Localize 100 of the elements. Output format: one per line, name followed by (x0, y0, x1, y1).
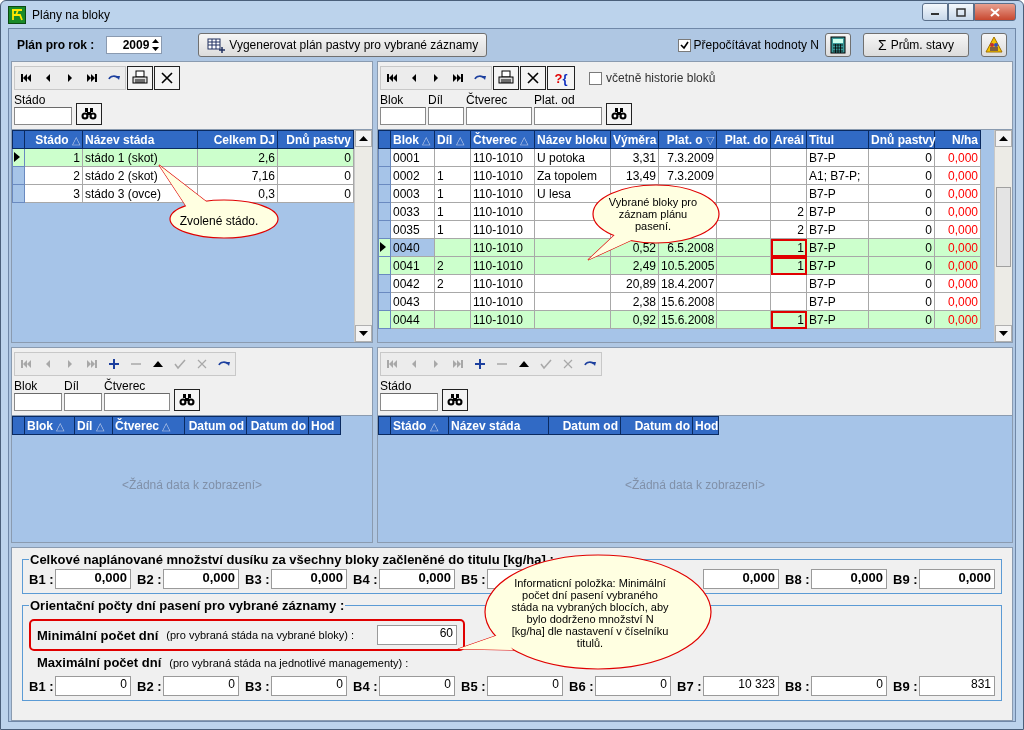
close-button[interactable] (154, 66, 180, 90)
filter-field[interactable] (428, 107, 464, 125)
field-note: (pro vybraná stáda na vybrané bloky) : (166, 629, 355, 641)
people-warning-icon (985, 36, 1003, 54)
value-field[interactable]: 0 (487, 676, 563, 696)
averages-button[interactable]: Σ Prům. stavy (863, 33, 969, 57)
column-header[interactable]: Čtverec △ (470, 130, 535, 149)
value-field[interactable]: 0,000 (55, 569, 131, 589)
column-header[interactable]: Plat. o ▽ (658, 130, 717, 149)
row-pointer-icon (379, 241, 387, 252)
maximize-button[interactable] (948, 3, 974, 21)
column-header[interactable]: Datum od (548, 416, 621, 435)
column-header[interactable]: Titul (806, 130, 869, 149)
scrollbar[interactable] (354, 130, 372, 342)
column-header[interactable]: Dnů pastvy (868, 130, 935, 149)
checkbox[interactable] (677, 38, 691, 52)
printer-icon (132, 70, 148, 86)
field-label: Plat. od (534, 93, 576, 107)
filter-field[interactable] (534, 107, 602, 125)
field-label: Díl (64, 379, 80, 393)
column-header[interactable]: Plat. do (716, 130, 771, 149)
column-header[interactable]: Název stáda (82, 130, 198, 149)
checkbox[interactable] (589, 71, 602, 85)
column-header[interactable]: Čtverec △ (112, 416, 185, 435)
search-button[interactable] (76, 103, 102, 125)
field-label: B9 : (893, 571, 917, 587)
value-field[interactable]: 0 (163, 676, 239, 696)
year-label: Plán pro rok : (17, 38, 95, 52)
field-label: B4 : (353, 678, 377, 694)
field-label: B3 : (245, 678, 269, 694)
printer-icon (498, 70, 514, 86)
column-header[interactable]: Blok △ (24, 416, 75, 435)
filter-field[interactable] (14, 107, 72, 125)
value-field[interactable]: 0 (595, 676, 671, 696)
value-field[interactable]: 10 323 (703, 676, 779, 696)
column-header[interactable]: Název stáda (448, 416, 549, 435)
filter-field[interactable] (380, 393, 438, 411)
search-button[interactable] (442, 389, 468, 411)
column-header[interactable]: Areál (770, 130, 807, 149)
column-header[interactable]: Výměra (610, 130, 659, 149)
value-field[interactable]: 0 (379, 676, 455, 696)
column-header[interactable]: Celkem DJ (197, 130, 278, 149)
binoculars-icon (447, 393, 463, 407)
field-label: B4 : (353, 571, 377, 587)
field-label: B9 : (893, 678, 917, 694)
group-title: Orientační počty dní pasení pro vybrané záznamy : (29, 598, 346, 613)
column-header[interactable]: Blok △ (390, 130, 435, 149)
down-arrow-icon (999, 331, 1008, 336)
filter-field[interactable] (104, 393, 170, 411)
value-field[interactable]: 0,000 (271, 569, 347, 589)
year-spinner[interactable]: 2009 (106, 36, 163, 54)
calculator-button[interactable] (825, 33, 851, 57)
column-header[interactable]: Díl △ (74, 416, 113, 435)
value-field[interactable]: 0,000 (811, 569, 887, 589)
field-label: B5 : (461, 571, 485, 587)
spin-arrows-icon (152, 38, 160, 52)
scrollbar[interactable] (994, 130, 1012, 342)
binoculars-icon (81, 107, 97, 121)
value-field[interactable]: 60 (377, 625, 457, 645)
value-field[interactable]: 831 (919, 676, 995, 696)
field-label: Blok (14, 379, 39, 393)
column-header[interactable]: Datum do (620, 416, 693, 435)
value-field[interactable]: 0 (271, 676, 347, 696)
plus-icon (472, 356, 488, 372)
check-icon (679, 40, 689, 50)
column-header[interactable]: Dnů pastvy (277, 130, 354, 149)
field-label: B2 : (137, 571, 161, 587)
printer-button[interactable] (127, 66, 153, 90)
filter-field[interactable] (14, 393, 62, 411)
field-label: Stádo (14, 93, 47, 107)
field-label: Čtverec (466, 93, 509, 107)
search-button[interactable] (174, 389, 200, 411)
filter-field[interactable] (64, 393, 102, 411)
people-button[interactable] (981, 33, 1007, 57)
generate-button[interactable]: Vygenerovat plán pastvy pro vybrané záznamy (198, 33, 488, 57)
column-header[interactable]: Datum od (184, 416, 247, 435)
minimize-button[interactable] (922, 3, 948, 21)
value-field[interactable]: 0,000 (163, 569, 239, 589)
minus-icon (497, 363, 507, 365)
filter-field[interactable] (380, 107, 426, 125)
value-field[interactable]: 0,000 (703, 569, 779, 589)
field-label: B8 : (785, 571, 809, 587)
column-header[interactable]: Stádo △ (390, 416, 449, 435)
column-header[interactable]: Hod (692, 416, 719, 435)
printer-button[interactable] (493, 66, 519, 90)
app-icon (8, 5, 26, 24)
column-header[interactable]: Hod (308, 416, 341, 435)
value-field[interactable]: 0 (811, 676, 887, 696)
column-header[interactable]: Stádo △ (24, 130, 83, 149)
search-button[interactable] (606, 103, 632, 125)
column-header[interactable]: Název bloku (534, 130, 611, 149)
value-field[interactable]: 0,000 (379, 569, 455, 589)
close-button[interactable] (520, 66, 546, 90)
column-header[interactable]: Díl △ (434, 130, 471, 149)
value-field[interactable]: 0 (55, 676, 131, 696)
query-button[interactable]: ?{ (547, 66, 575, 90)
filter-field[interactable] (466, 107, 532, 125)
plus-icon (106, 356, 122, 372)
column-header[interactable]: Datum do (246, 416, 309, 435)
value-field[interactable]: 0,000 (919, 569, 995, 589)
